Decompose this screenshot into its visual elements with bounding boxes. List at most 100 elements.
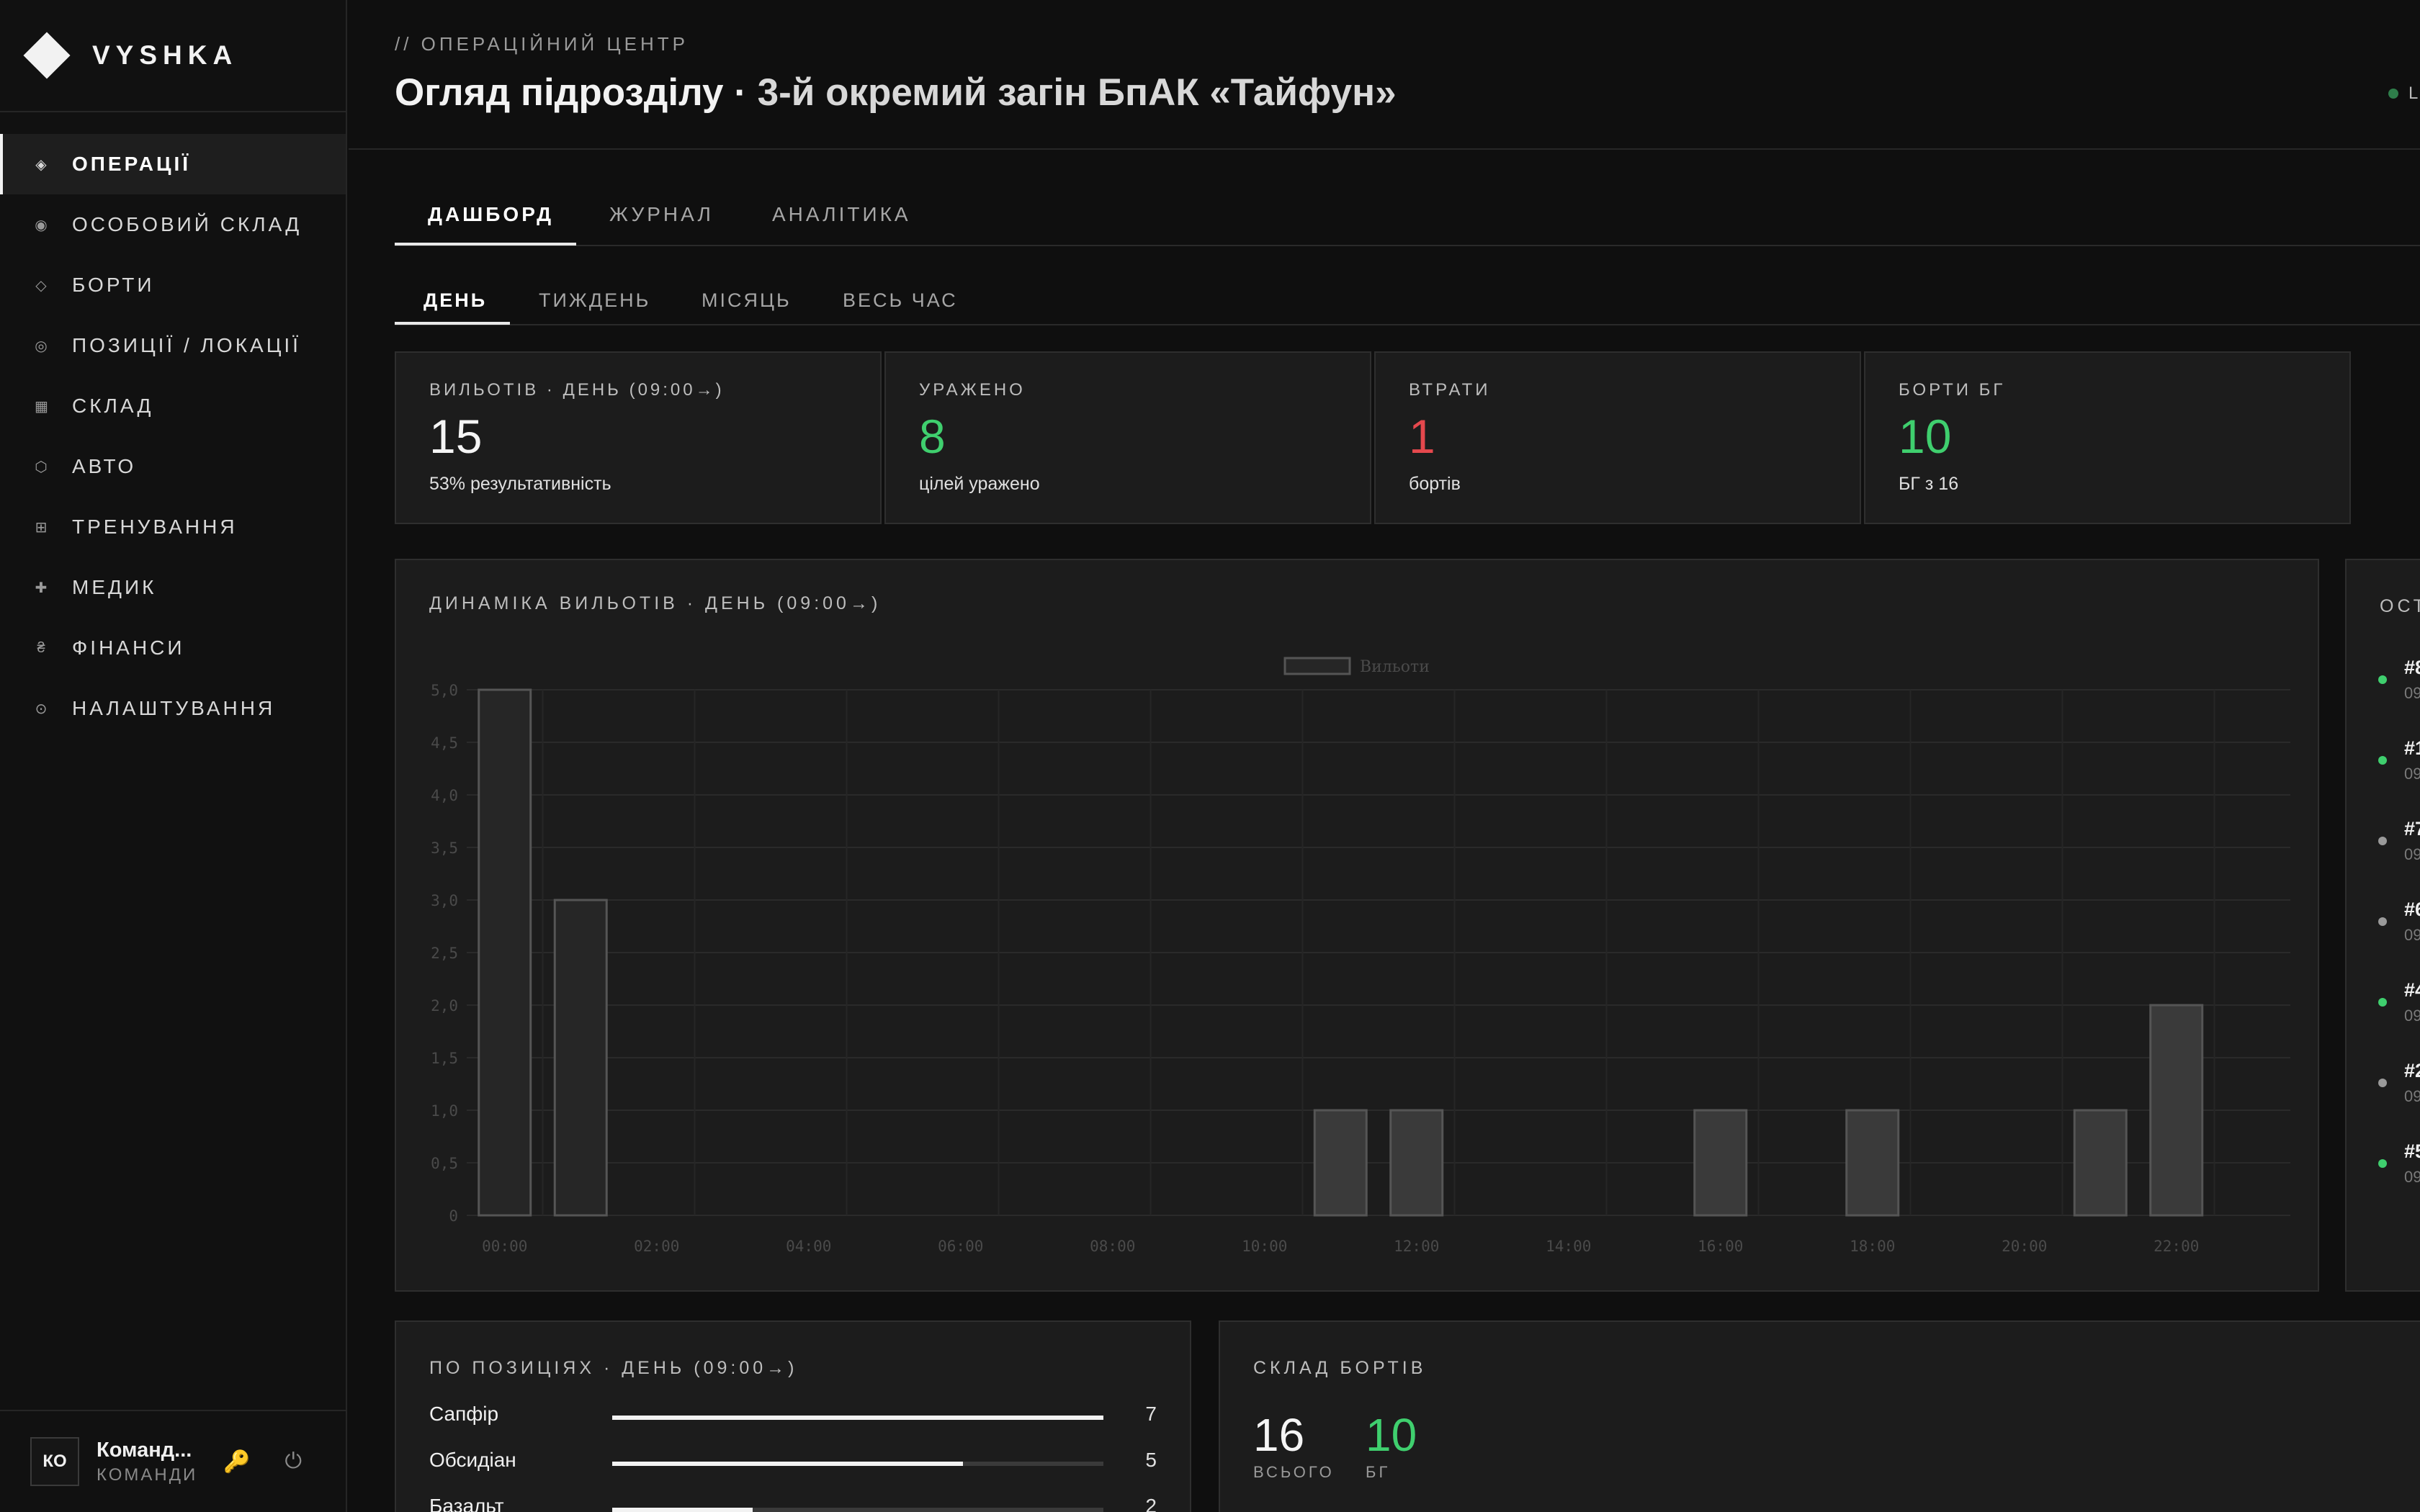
breadcrumb: // ОПЕРАЦІЙНИЙ ЦЕНТР	[395, 33, 689, 55]
tab-analytics[interactable]: АНАЛІТИКА	[772, 203, 911, 240]
main-tabs: ДАШБОРД ЖУРНАЛ АНАЛІТИКА	[395, 189, 2420, 246]
position-row[interactable]: Сапфір 7	[429, 1403, 1157, 1431]
chart-bar	[1389, 1109, 1444, 1217]
sidebar-item-2[interactable]: ◇ БОРТИ	[0, 255, 346, 315]
tab-dashboard[interactable]: ДАШБОРД	[428, 203, 554, 240]
x-tick-label: 06:00	[938, 1238, 983, 1255]
sidebar-item-1[interactable]: ◉ ОСОБОВИЙ СКЛАД	[0, 194, 346, 255]
fleet-ready-value: 10	[1366, 1409, 1417, 1461]
kpi-label: ВТРАТИ	[1409, 380, 1491, 400]
y-tick-label: 3,0	[431, 892, 458, 909]
positions-panel-title: ПО ПОЗИЦІЯХ · ДЕНЬ (09:00→)	[429, 1358, 798, 1378]
status-dot-icon	[2378, 756, 2387, 765]
recent-item-time: 09	[2404, 1168, 2420, 1186]
sidebar-item-label: МЕДИК	[72, 576, 157, 598]
live-label: L	[2408, 84, 2419, 103]
sidebar-item-7[interactable]: ✚ МЕДИК	[0, 557, 346, 618]
x-tick-label: 12:00	[1394, 1238, 1439, 1255]
key-icon[interactable]: 🔑	[223, 1449, 250, 1475]
power-icon[interactable]: ⏻	[284, 1449, 302, 1474]
nav-icon: ◉	[35, 217, 50, 233]
kpi-card-sorties: ВИЛЬОТІВ · ДЕНЬ (09:00→) 15 53% результа…	[395, 351, 882, 524]
x-tick-label: 18:00	[1850, 1238, 1895, 1255]
x-tick-label: 04:00	[786, 1238, 831, 1255]
nav-icon: ⊞	[35, 519, 50, 536]
position-bar-fill	[612, 1462, 964, 1466]
sidebar-item-5[interactable]: ⬡ АВТО	[0, 436, 346, 497]
position-row[interactable]: Обсидіан 5	[429, 1449, 1157, 1477]
sidebar-item-label: ПОЗИЦІЇ / ЛОКАЦІЇ	[72, 334, 301, 356]
position-name: Обсидіан	[429, 1449, 516, 1471]
position-bar-fill	[612, 1508, 753, 1512]
sidebar-item-9[interactable]: ⊙ НАЛАШТУВАННЯ	[0, 678, 346, 739]
status-dot-icon	[2378, 1159, 2387, 1168]
position-row[interactable]: Базальт 2	[429, 1495, 1157, 1512]
kpi-value: 8	[919, 410, 946, 463]
kpi-label: УРАЖЕНО	[919, 380, 1026, 400]
kpi-card-losses: ВТРАТИ 1 бортів	[1374, 351, 1861, 524]
kpi-value: 10	[1899, 410, 1952, 463]
recent-item-id: #6	[2404, 899, 2420, 920]
position-name: Сапфір	[429, 1403, 499, 1425]
recent-item-time: 09	[2404, 845, 2420, 863]
legend-swatch	[1283, 657, 1351, 675]
sidebar-item-6[interactable]: ⊞ ТРЕНУВАННЯ	[0, 497, 346, 557]
position-bar-track	[612, 1416, 1103, 1420]
live-status: L	[2388, 84, 2418, 104]
position-value: 5	[1145, 1449, 1157, 1471]
fleet-total-label: ВСЬОГО	[1253, 1463, 1335, 1481]
status-dot-icon	[2378, 1079, 2387, 1087]
tab-all-time[interactable]: ВЕСЬ ЧАС	[843, 289, 958, 312]
x-tick-label: 22:00	[2154, 1238, 2199, 1255]
page-title-prefix: Огляд підрозділу ·	[395, 71, 758, 114]
sorties-chart: 0 0,5 1,0 1,5 2,0 2,5 3,0 3,5 4,0 4,5 5,0 00:00 02:0…	[431, 657, 2290, 1255]
recent-panel-title: ОСТ	[2380, 596, 2420, 616]
sidebar-item-label: ОПЕРАЦІЇ	[72, 153, 191, 175]
kpi-label: БОРТИ БГ	[1899, 380, 2006, 400]
tab-week[interactable]: ТИЖДЕНЬ	[539, 289, 650, 312]
sidebar-item-3[interactable]: ◎ ПОЗИЦІЇ / ЛОКАЦІЇ	[0, 315, 346, 376]
page-header: // ОПЕРАЦІЙНИЙ ЦЕНТР Огляд підрозділу · …	[349, 0, 2420, 150]
nav-icon: ✚	[35, 580, 50, 596]
y-tick-label: 0,5	[431, 1155, 458, 1172]
kpi-subtext: 53% результативність	[429, 474, 611, 494]
sidebar-item-label: ФІНАНСИ	[72, 636, 185, 659]
tab-day[interactable]: ДЕНЬ	[424, 289, 487, 312]
kpi-value: 1	[1409, 410, 1435, 463]
chart-bar	[1693, 1109, 1748, 1217]
recent-item-time: 09	[2404, 926, 2420, 944]
kpi-subtext: цілей уражено	[919, 474, 1040, 494]
y-tick-label: 1,5	[431, 1050, 458, 1067]
brand[interactable]: VYSHKA	[0, 0, 346, 112]
sidebar-item-4[interactable]: ▦ СКЛАД	[0, 376, 346, 436]
kpi-subtext: БГ з 16	[1899, 474, 1959, 494]
sidebar-item-label: ОСОБОВИЙ СКЛАД	[72, 213, 302, 235]
sidebar-item-8[interactable]: ₴ ФІНАНСИ	[0, 618, 346, 678]
y-tick-label: 2,5	[431, 945, 458, 962]
chart-bar	[2149, 1004, 2204, 1217]
chart-bar	[1845, 1109, 1900, 1217]
tab-month[interactable]: МІСЯЦЬ	[702, 289, 792, 312]
avatar[interactable]: КО	[30, 1437, 79, 1486]
legend-label: Вильоти	[1360, 658, 1430, 676]
fleet-total-value: 16	[1253, 1409, 1305, 1461]
y-tick-label: 4,5	[431, 734, 458, 752]
recent-item-id: #8	[2404, 657, 2420, 678]
logo-diamond-icon	[23, 32, 71, 79]
sidebar: VYSHKA ◈ ОПЕРАЦІЇ ◉ ОСОБОВИЙ СКЛАД ◇ БОРТИ ◎ ПО…	[0, 0, 347, 1512]
status-dot-icon	[2388, 89, 2398, 99]
position-bar-track	[612, 1508, 1103, 1512]
active-tab-indicator	[395, 243, 576, 246]
recent-item-time: 09	[2404, 765, 2420, 783]
x-tick-label: 02:00	[634, 1238, 679, 1255]
position-value: 7	[1145, 1403, 1157, 1425]
x-tick-label: 16:00	[1698, 1238, 1743, 1255]
tab-journal[interactable]: ЖУРНАЛ	[609, 203, 714, 240]
kpi-subtext: бортів	[1409, 474, 1461, 494]
x-tick-label: 10:00	[1242, 1238, 1287, 1255]
x-tick-label: 00:00	[482, 1238, 527, 1255]
sidebar-item-0[interactable]: ◈ ОПЕРАЦІЇ	[0, 134, 346, 194]
fleet-panel: СКЛАД БОРТІВ 16 ВСЬОГО 10 БГ	[1219, 1320, 2420, 1512]
kpi-card-hits: УРАЖЕНО 8 цілей уражено	[884, 351, 1371, 524]
chart-bar	[2073, 1109, 2128, 1217]
